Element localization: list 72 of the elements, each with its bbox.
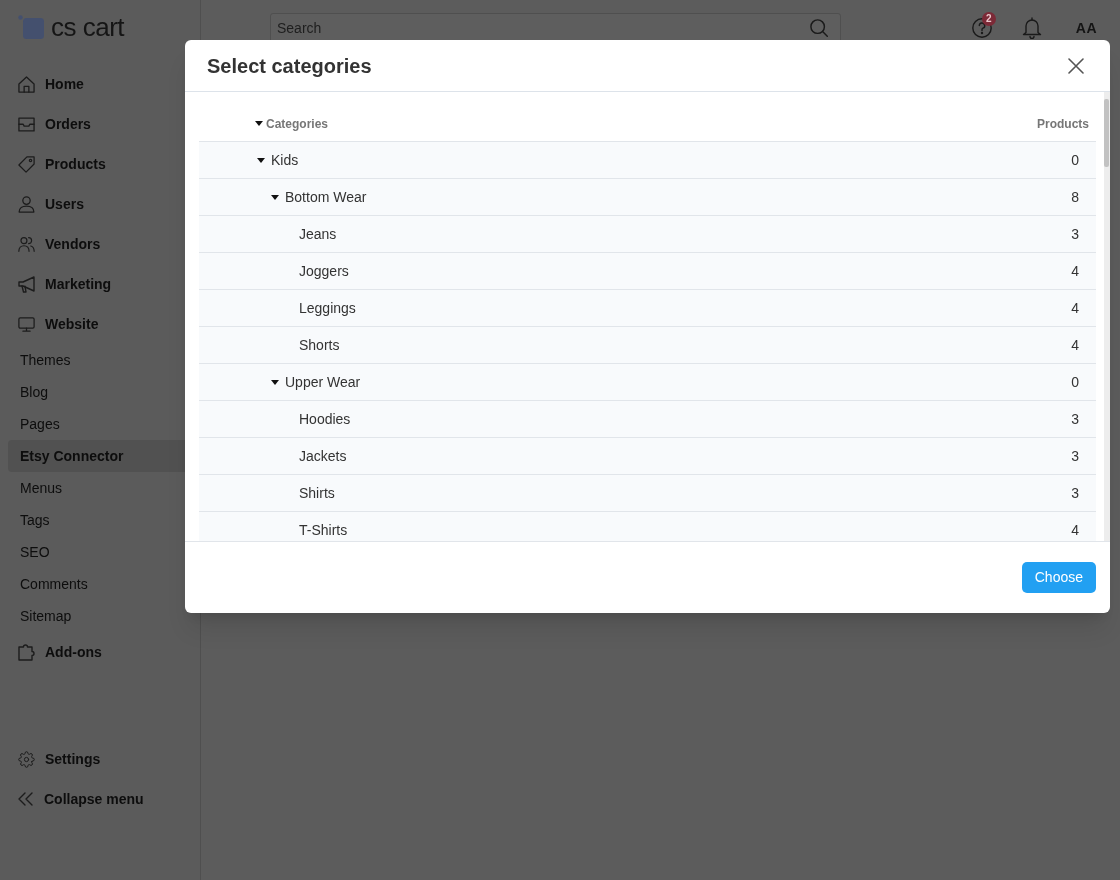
product-count: 3 [1071,409,1079,429]
sidebar-item[interactable]: Marketing [0,264,200,304]
category-name: Jeans [299,224,337,244]
notification-badge: 2 [981,12,996,26]
product-count: 0 [1071,150,1079,170]
category-name: Hoodies [299,409,351,429]
avatar-initials[interactable]: AA [1075,17,1097,39]
tree-row[interactable]: Shirts 3 [199,475,1096,512]
tree-row[interactable]: Jeans 3 [199,216,1096,253]
caret-icon[interactable] [255,121,263,126]
product-count: 3 [1071,446,1079,466]
close-icon [1068,57,1084,74]
category-name: Shorts [299,335,340,355]
product-count: 4 [1071,335,1079,355]
users-icon [18,235,35,253]
sidebar-item[interactable]: Products [0,144,200,184]
double-chevron-left-icon [18,792,34,806]
product-count: 3 [1071,224,1079,244]
tree-row[interactable]: Hoodies 3 [199,401,1096,438]
logo-text: cs cart [51,14,125,40]
sidebar-item[interactable]: Home [0,64,200,104]
sidebar-item[interactable]: Collapse menu [0,779,200,819]
tree-row[interactable]: Upper Wear 0 [199,364,1096,401]
sidebar-item[interactable]: Settings [0,739,200,779]
tag-icon [18,155,35,173]
category-name: Kids [271,150,299,170]
category-name: Leggings [299,298,356,318]
gear-icon [18,750,35,768]
scrollbar-thumb[interactable] [1104,99,1109,167]
choose-button[interactable]: Choose [1021,562,1096,593]
inbox-icon [18,115,35,133]
sidebar-item[interactable]: Website [0,304,200,344]
sidebar-item[interactable]: Users [0,184,200,224]
puzzle-icon [18,643,35,661]
caret-icon[interactable] [257,157,265,163]
category-name: Shirts [299,483,335,503]
tree-row[interactable]: Kids 0 [199,142,1096,179]
category-name: Joggers [299,261,349,281]
product-count: 0 [1071,372,1079,392]
column-header: Products [1037,115,1089,133]
category-name: Upper Wear [285,372,361,392]
sidebar-item[interactable]: Add-ons [0,632,200,672]
sidebar-item[interactable]: Orders [0,104,200,144]
bell-icon[interactable] [1021,17,1042,39]
caret-icon[interactable] [271,379,279,385]
logo-icon [18,15,44,39]
search-field[interactable]: Search [270,13,841,43]
tree-row[interactable]: Bottom Wear 8 [199,179,1096,216]
sidebar-subitem[interactable]: Sitemap [0,600,200,632]
monitor-icon [18,315,35,333]
column-header[interactable]: Categories [255,114,329,133]
tree-row[interactable]: T-Shirts 4 [199,512,1096,541]
megaphone-icon [18,275,35,293]
category-name: Bottom Wear [285,187,367,207]
product-count: 4 [1071,298,1079,318]
user-icon [18,195,35,213]
caret-icon[interactable] [271,194,279,200]
tree-row[interactable]: Jackets 3 [199,438,1096,475]
product-count: 4 [1071,261,1079,281]
tree-row[interactable]: Leggings 4 [199,290,1096,327]
product-count: 8 [1071,187,1079,207]
home-icon [18,75,35,93]
product-count: 3 [1071,483,1079,503]
tree-row[interactable]: Shorts 4 [199,327,1096,364]
product-count: 4 [1071,520,1079,540]
category-name: Jackets [299,446,347,466]
sidebar-item[interactable]: Vendors [0,224,200,264]
search-icon [810,19,828,37]
category-name: T-Shirts [299,520,348,540]
close-button[interactable] [1066,55,1086,76]
tree-row[interactable]: Joggers 4 [199,253,1096,290]
dialog-title: Select categories [207,53,372,79]
